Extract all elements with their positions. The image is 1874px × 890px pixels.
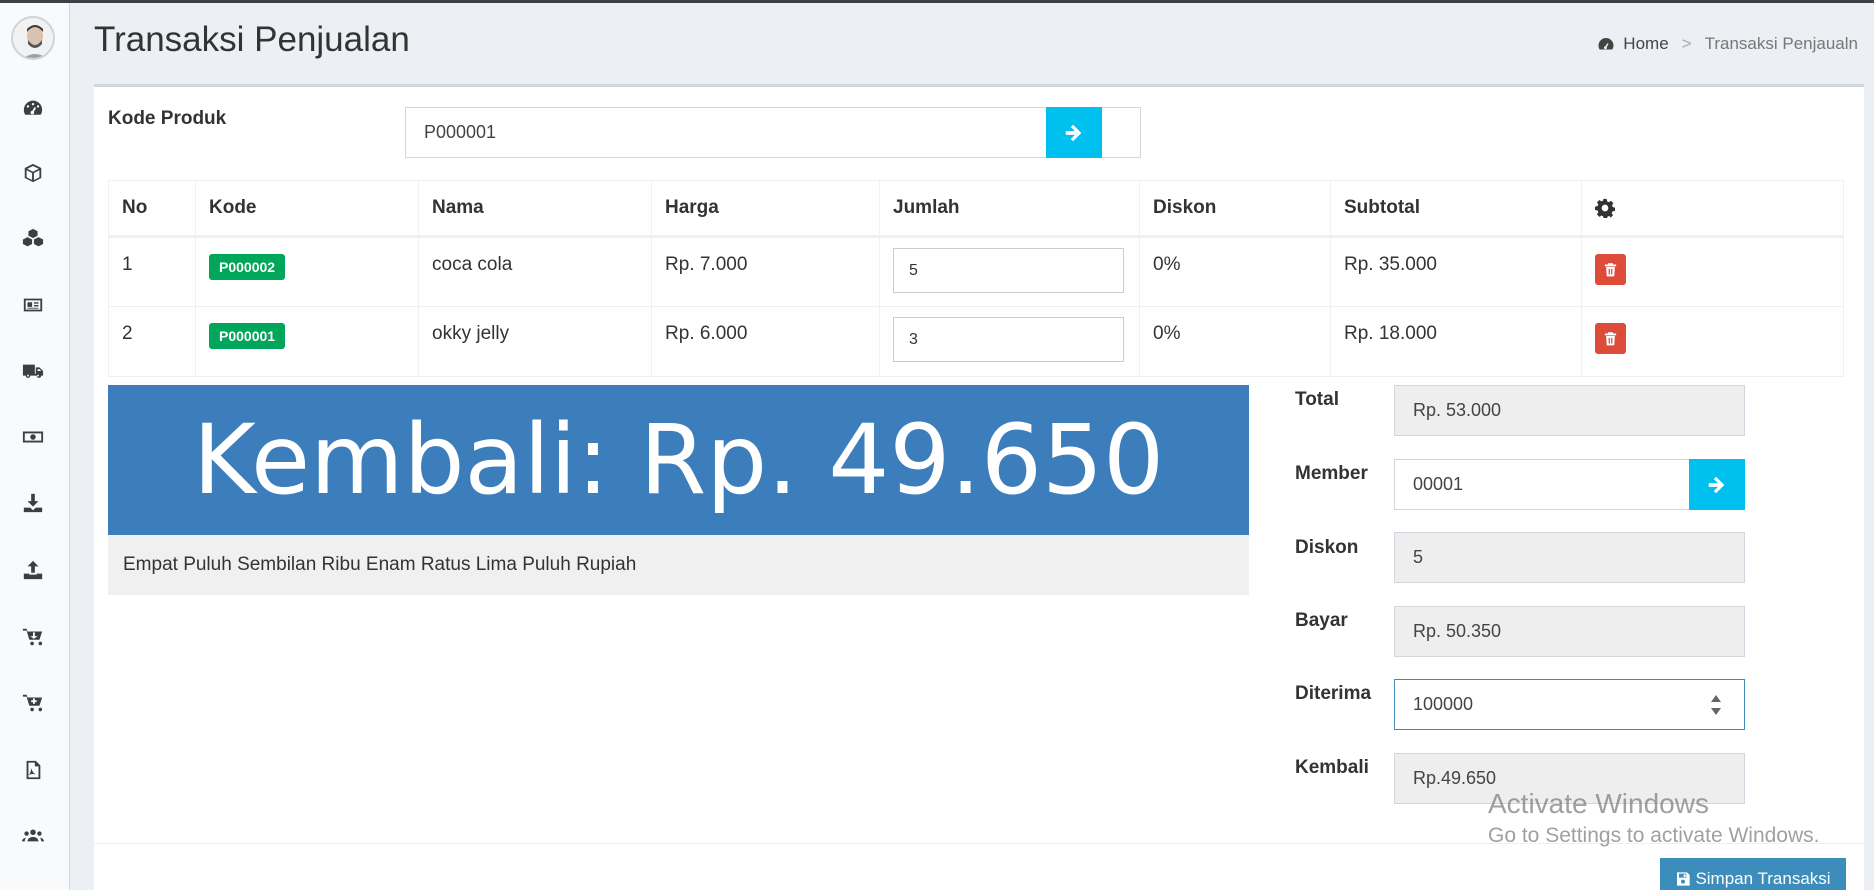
transaction-box: Kode Produk P000001 No Kode Nama Harga J… [94, 84, 1864, 890]
row-no: 2 [108, 306, 196, 377]
add-product-button[interactable] [1046, 107, 1102, 158]
table-header-row: No Kode Nama Harga Jumlah Diskon Subtota… [108, 180, 1844, 238]
breadcrumb-current: Transaksi Penjaualn [1704, 34, 1858, 53]
kode-produk-input[interactable]: P000001 [405, 107, 1141, 158]
bayar-label: Bayar [1295, 610, 1348, 631]
diterima-value: 100000 [1413, 694, 1474, 714]
watermark-line1: Activate Windows [1488, 788, 1709, 819]
row-subtotal: Rp. 35.000 [1330, 236, 1582, 307]
save-button-label: Simpan Transaksi [1695, 869, 1831, 888]
delete-button[interactable] [1595, 254, 1626, 285]
delete-button[interactable] [1595, 323, 1626, 354]
select-member-button[interactable] [1689, 459, 1745, 510]
watermark-line2: Go to Settings to activate Windows. [1488, 824, 1820, 847]
total-field: Rp. 53.000 [1394, 385, 1745, 436]
users-icon[interactable] [21, 823, 45, 847]
member-input[interactable]: 00001 [1394, 459, 1690, 510]
top-border [0, 0, 1874, 3]
trash-icon [1604, 263, 1617, 277]
row-subtotal: Rp. 18.000 [1330, 306, 1582, 377]
dashboard-icon[interactable] [21, 96, 45, 120]
col-diskon: Diskon [1139, 180, 1331, 238]
col-nama: Nama [418, 180, 652, 238]
col-no: No [108, 180, 196, 238]
cubes-icon[interactable] [21, 227, 45, 251]
gear-icon [1595, 198, 1830, 218]
cart-plus-icon[interactable] [21, 691, 45, 715]
dashboard-icon [1597, 35, 1623, 53]
sidebar [0, 3, 70, 890]
breadcrumb-home-link[interactable]: Home [1623, 34, 1668, 54]
kembali-label: Kembali [1295, 757, 1369, 778]
col-harga: Harga [651, 180, 880, 238]
breadcrumb-separator: > [1681, 34, 1692, 53]
quantity-input[interactable]: 5 [893, 248, 1124, 293]
cart-table: No Kode Nama Harga Jumlah Diskon Subtota… [108, 180, 1844, 377]
row-nama: coca cola [418, 236, 652, 307]
product-code-badge: P000001 [209, 323, 286, 349]
table-row: 1 P000002 coca cola Rp. 7.000 5 0% Rp. 3… [108, 236, 1844, 307]
member-label: Member [1295, 463, 1368, 484]
row-nama: okky jelly [418, 306, 652, 377]
row-diskon: 0% [1139, 236, 1331, 307]
diskon-label: Diskon [1295, 537, 1359, 558]
row-diskon: 0% [1139, 306, 1331, 377]
upload-icon[interactable] [21, 558, 45, 582]
col-jumlah: Jumlah [879, 180, 1140, 238]
cart-arrow-icon[interactable] [21, 625, 45, 649]
quantity-input[interactable]: 3 [893, 317, 1124, 362]
product-code-badge: P000002 [209, 254, 286, 280]
avatar[interactable] [11, 16, 55, 60]
diskon-field: 5 [1394, 532, 1745, 583]
row-harga: Rp. 7.000 [651, 236, 880, 307]
cube-icon[interactable] [21, 161, 45, 185]
diterima-label: Diterima [1295, 683, 1372, 704]
id-card-icon[interactable] [21, 293, 45, 317]
row-harga: Rp. 6.000 [651, 306, 880, 377]
kode-produk-label: Kode Produk [108, 108, 227, 129]
col-subtotal: Subtotal [1330, 180, 1582, 238]
truck-icon[interactable] [21, 359, 45, 383]
pdf-file-icon[interactable] [21, 758, 45, 782]
windows-activation-watermark: Activate Windows Go to Settings to activ… [1488, 788, 1820, 848]
save-transaction-button[interactable]: Simpan Transaksi [1660, 858, 1846, 890]
page-title: Transaksi Penjualan [94, 20, 410, 59]
trash-icon [1604, 332, 1617, 346]
money-icon[interactable] [21, 425, 45, 449]
floppy-disk-icon [1677, 872, 1691, 886]
download-icon[interactable] [21, 491, 45, 515]
bayar-field: Rp. 50.350 [1394, 606, 1745, 657]
breadcrumb: Home > Transaksi Penjaualn [1597, 34, 1858, 54]
number-spinner-icon[interactable] [1710, 694, 1722, 716]
row-no: 1 [108, 236, 196, 307]
col-kode: Kode [195, 180, 419, 238]
total-label: Total [1295, 389, 1339, 410]
change-in-words: Empat Puluh Sembilan Ribu Enam Ratus Lim… [108, 535, 1249, 595]
arrow-right-icon [1708, 476, 1725, 493]
change-display: Kembali: Rp. 49.650 [108, 385, 1249, 535]
diterima-input[interactable]: 100000 [1394, 679, 1745, 730]
col-action [1581, 180, 1844, 238]
table-row: 2 P000001 okky jelly Rp. 6.000 3 0% Rp. … [108, 306, 1844, 377]
arrow-right-icon [1065, 124, 1082, 141]
